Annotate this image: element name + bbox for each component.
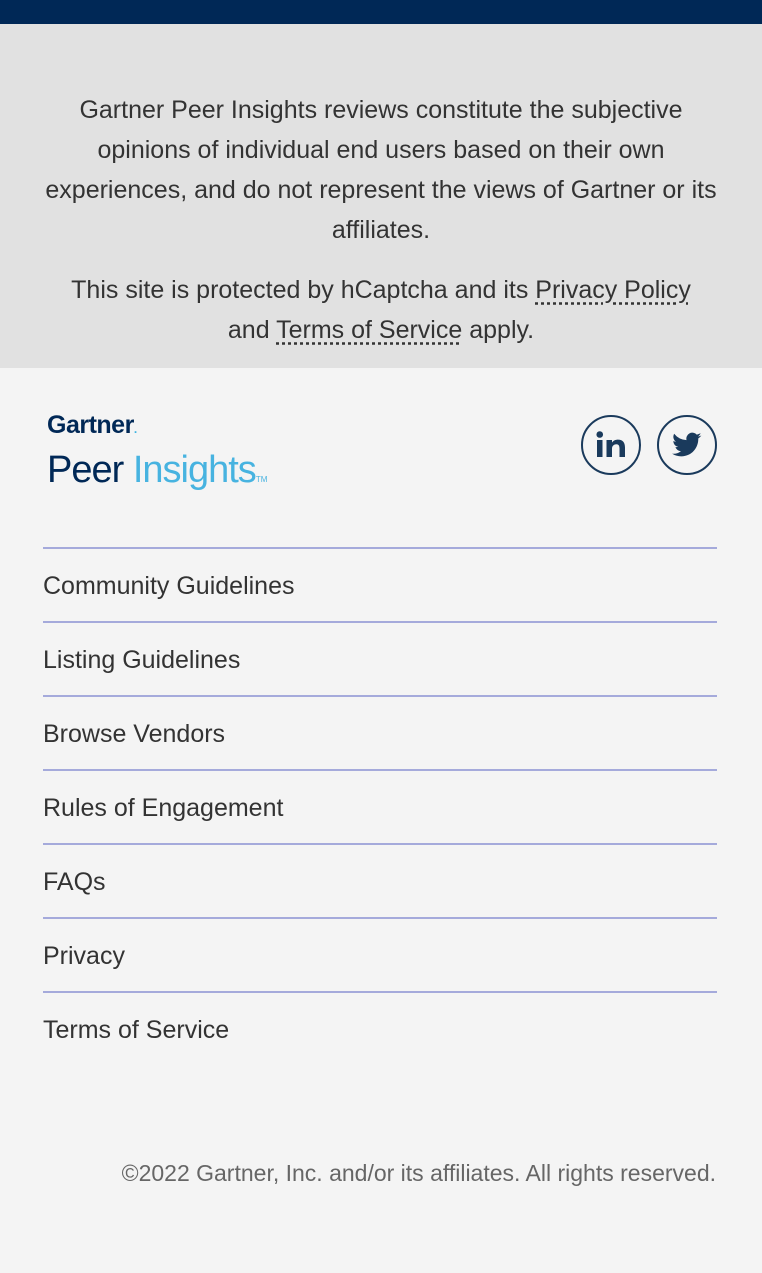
- linkedin-button[interactable]: [581, 415, 641, 475]
- review-disclaimer-text: Gartner Peer Insights reviews constitute…: [45, 96, 717, 244]
- linkedin-icon: [596, 431, 625, 457]
- footer-link-rules-of-engagement[interactable]: Rules of Engagement: [43, 771, 717, 845]
- twitter-icon: [672, 432, 702, 457]
- captcha-notice: This site is protected by hCaptcha and i…: [36, 270, 726, 350]
- top-bar: [0, 0, 762, 24]
- captcha-prefix-text: This site is protected by hCaptcha and i…: [71, 276, 536, 304]
- privacy-policy-link[interactable]: Privacy Policy: [535, 276, 691, 304]
- footer-link-privacy[interactable]: Privacy: [43, 919, 717, 993]
- peer-text: Peer: [47, 449, 124, 491]
- footer-link-terms-of-service[interactable]: Terms of Service: [43, 993, 717, 1067]
- captcha-suffix-text: apply.: [462, 316, 535, 344]
- gartner-brand-text: Gartner: [47, 411, 134, 439]
- insights-text: Insights: [132, 449, 257, 491]
- copyright-text: ©2022 Gartner, Inc. and/or its affiliate…: [121, 1160, 716, 1186]
- footer-link-community-guidelines[interactable]: Community Guidelines: [43, 549, 717, 623]
- social-links: [581, 415, 717, 475]
- twitter-button[interactable]: [657, 415, 717, 475]
- gartner-wordmark: Gartner.: [47, 412, 267, 442]
- footer-link-browse-vendors[interactable]: Browse Vendors: [43, 697, 717, 771]
- disclaimer-section: Gartner Peer Insights reviews constitute…: [0, 24, 762, 368]
- trademark-text: TM: [255, 475, 268, 484]
- terms-of-service-link[interactable]: Terms of Service: [276, 316, 462, 344]
- footer-nav: Community Guidelines Listing Guidelines …: [43, 547, 717, 1067]
- peer-insights-wordmark: Peer InsightsTM: [47, 450, 267, 500]
- footer-link-listing-guidelines[interactable]: Listing Guidelines: [43, 623, 717, 697]
- gartner-brand-dot: .: [133, 422, 137, 436]
- footer-link-faqs[interactable]: FAQs: [43, 845, 717, 919]
- gartner-peer-insights-logo[interactable]: Gartner. Peer InsightsTM: [47, 412, 267, 500]
- footer: Gartner. Peer InsightsTM Community Guide…: [0, 368, 762, 1273]
- captcha-middle-text: and: [227, 316, 277, 344]
